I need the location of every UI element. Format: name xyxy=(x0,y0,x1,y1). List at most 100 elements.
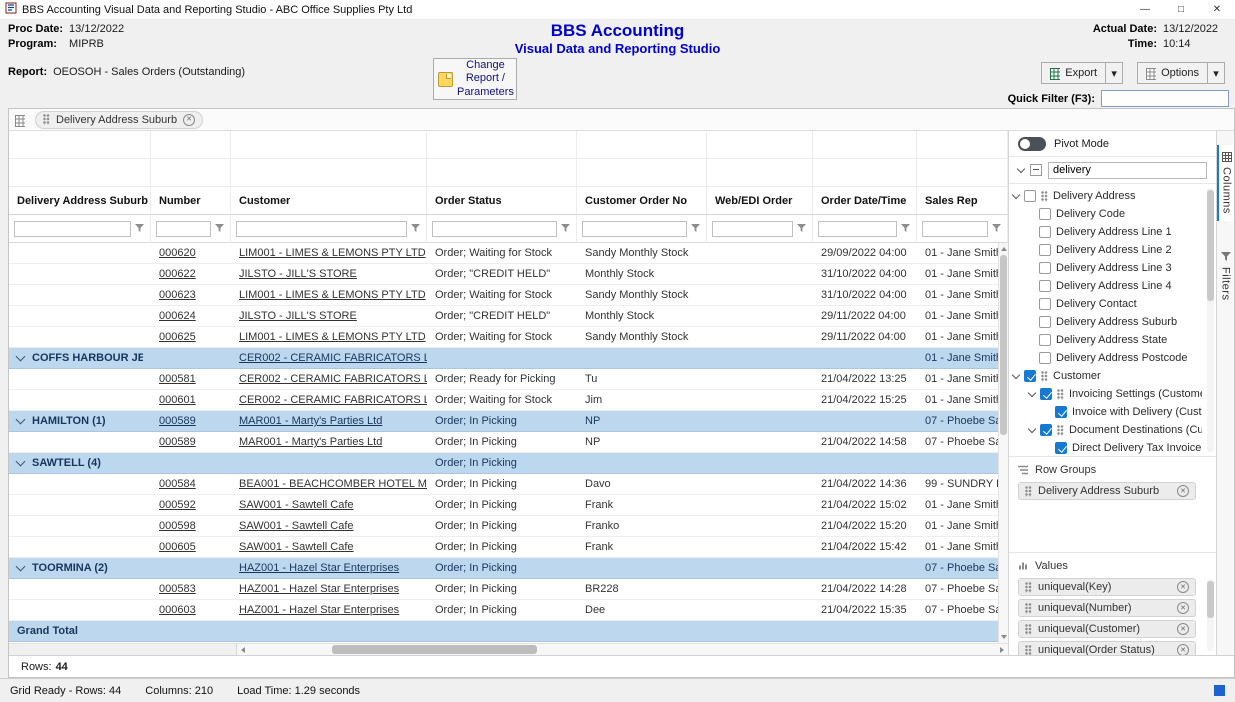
customer-cell[interactable]: LIM001 - LIMES & LEMONS PTY LTD xyxy=(231,327,427,347)
customer-cell[interactable]: LIM001 - LIMES & LEMONS PTY LTD xyxy=(231,285,427,305)
table-row[interactable]: 000622JILSTO - JILL'S STOREOrder; "CREDI… xyxy=(9,264,998,285)
number-cell[interactable]: 000589 xyxy=(151,411,231,431)
column-tree-item[interactable]: Delivery Address Line 2 xyxy=(1009,241,1216,259)
filter-input[interactable] xyxy=(236,221,407,237)
remove-icon[interactable]: ✕ xyxy=(183,114,195,126)
column-checkbox[interactable] xyxy=(1039,262,1051,274)
column-header[interactable]: Customer Order No xyxy=(577,187,707,215)
number-cell[interactable]: 000583 xyxy=(151,579,231,599)
close-button[interactable]: ✕ xyxy=(1199,0,1235,19)
column-tree-item[interactable]: Delivery Address State xyxy=(1009,331,1216,349)
table-row[interactable]: 000603HAZ001 - Hazel Star EnterprisesOrd… xyxy=(9,600,998,621)
number-cell[interactable]: 000605 xyxy=(151,537,231,557)
scroll-up-arrow[interactable] xyxy=(1001,247,1007,251)
column-chip[interactable]: uniqueval(Key)✕ xyxy=(1018,578,1196,596)
chevron-down-icon[interactable] xyxy=(16,352,26,362)
collapse-all-icon[interactable] xyxy=(1030,164,1042,176)
table-row[interactable]: 000592SAW001 - Sawtell CafeOrder; In Pic… xyxy=(9,495,998,516)
table-row[interactable]: 000589MAR001 - Marty's Parties LtdOrder;… xyxy=(9,432,998,453)
column-tree-item[interactable]: Delivery Address Suburb xyxy=(1009,313,1216,331)
customer-cell[interactable]: HAZ001 - Hazel Star Enterprises xyxy=(231,600,427,620)
table-row[interactable]: 000583HAZ001 - Hazel Star EnterprisesOrd… xyxy=(9,579,998,600)
column-checkbox[interactable] xyxy=(1039,244,1051,256)
filter-funnel-icon[interactable] xyxy=(691,224,701,234)
table-row[interactable]: 000584BEA001 - BEACHCOMBER HOTEL MOTELOr… xyxy=(9,474,998,495)
column-checkbox[interactable] xyxy=(1024,370,1036,382)
column-tree-item[interactable]: Customer xyxy=(1009,367,1216,385)
scroll-down-arrow[interactable] xyxy=(1001,635,1007,639)
column-checkbox[interactable] xyxy=(1039,298,1051,310)
table-row[interactable]: 000624JILSTO - JILL'S STOREOrder; "CREDI… xyxy=(9,306,998,327)
column-header[interactable]: Delivery Address Suburb xyxy=(9,187,151,215)
tab-filters[interactable]: Filters xyxy=(1217,245,1234,307)
filter-input[interactable] xyxy=(156,221,211,237)
customer-cell[interactable]: HAZ001 - Hazel Star Enterprises xyxy=(231,558,427,578)
minimize-button[interactable]: — xyxy=(1127,0,1163,19)
column-header[interactable]: Order Date/Time xyxy=(813,187,917,215)
customer-cell[interactable]: MAR001 - Marty's Parties Ltd xyxy=(231,411,427,431)
filter-funnel-icon[interactable] xyxy=(992,224,1002,234)
column-header[interactable]: Order Status xyxy=(427,187,577,215)
number-cell[interactable]: 000581 xyxy=(151,369,231,389)
column-tree-item[interactable]: Direct Delivery Tax Invoice (Customer) xyxy=(1009,439,1216,456)
maximize-button[interactable]: □ xyxy=(1163,0,1199,19)
chevron-down-icon[interactable] xyxy=(1028,425,1036,433)
column-checkbox[interactable] xyxy=(1039,352,1051,364)
remove-icon[interactable]: ✕ xyxy=(1177,623,1189,635)
column-chip[interactable]: Delivery Address Suburb✕ xyxy=(1018,482,1196,500)
remove-icon[interactable]: ✕ xyxy=(1177,644,1189,655)
customer-cell[interactable]: JILSTO - JILL'S STORE xyxy=(231,306,427,326)
column-tree-item[interactable]: Delivery Address Line 1 xyxy=(1009,223,1216,241)
column-checkbox[interactable] xyxy=(1039,226,1051,238)
column-checkbox[interactable] xyxy=(1039,208,1051,220)
chevron-down-icon[interactable] xyxy=(16,457,26,467)
column-chip[interactable]: uniqueval(Customer)✕ xyxy=(1018,620,1196,638)
table-row[interactable]: 000605SAW001 - Sawtell CafeOrder; In Pic… xyxy=(9,537,998,558)
number-cell[interactable]: 000624 xyxy=(151,306,231,326)
table-row[interactable]: 000581CER002 - CERAMIC FABRICATORS LTDOr… xyxy=(9,369,998,390)
filter-funnel-icon[interactable] xyxy=(411,224,421,234)
change-report-button[interactable]: Change Report / Parameters xyxy=(433,58,517,100)
customer-cell[interactable]: JILSTO - JILL'S STORE xyxy=(231,264,427,284)
customer-cell[interactable]: CER002 - CERAMIC FABRICATORS LTD xyxy=(231,390,427,410)
group-row[interactable]: SAWTELL (4)Order; In Picking xyxy=(9,453,998,474)
grid-menu-icon[interactable] xyxy=(15,115,25,125)
group-row[interactable]: TOORMINA (2)HAZ001 - Hazel Star Enterpri… xyxy=(9,558,998,579)
table-row[interactable]: 000620LIM001 - LIMES & LEMONS PTY LTDOrd… xyxy=(9,243,998,264)
remove-icon[interactable]: ✕ xyxy=(1177,602,1189,614)
chevron-down-icon[interactable] xyxy=(1028,389,1036,397)
filter-funnel-icon[interactable] xyxy=(797,224,807,234)
column-search-input[interactable] xyxy=(1048,162,1207,179)
filter-input[interactable] xyxy=(818,221,897,237)
column-tree-item[interactable]: Delivery Address Line 4 xyxy=(1009,277,1216,295)
number-cell[interactable]: 000623 xyxy=(151,285,231,305)
column-tree-item[interactable]: Delivery Address Line 3 xyxy=(1009,259,1216,277)
vscroll-thumb[interactable] xyxy=(1000,255,1007,435)
table-row[interactable]: 000601CER002 - CERAMIC FABRICATORS LTDOr… xyxy=(9,390,998,411)
vertical-scrollbar[interactable] xyxy=(998,243,1008,643)
tree-scrollbar[interactable] xyxy=(1207,188,1214,452)
customer-cell[interactable]: SAW001 - Sawtell Cafe xyxy=(231,537,427,557)
column-tree-item[interactable]: Delivery Code xyxy=(1009,205,1216,223)
grand-total-row[interactable]: Grand Total xyxy=(9,621,998,642)
chevron-down-icon[interactable] xyxy=(1012,191,1020,199)
customer-cell[interactable]: HAZ001 - Hazel Star Enterprises xyxy=(231,579,427,599)
column-checkbox[interactable] xyxy=(1039,334,1051,346)
column-header[interactable]: Customer xyxy=(231,187,427,215)
scroll-right-arrow[interactable] xyxy=(1000,647,1004,653)
column-checkbox[interactable] xyxy=(1055,406,1067,418)
chevron-down-icon[interactable] xyxy=(1012,371,1020,379)
customer-cell[interactable]: CER002 - CERAMIC FABRICATORS LTD xyxy=(231,348,427,368)
values-scroll-thumb[interactable] xyxy=(1207,581,1214,618)
quick-filter-input[interactable] xyxy=(1101,90,1229,107)
table-row[interactable]: 000623LIM001 - LIMES & LEMONS PTY LTDOrd… xyxy=(9,285,998,306)
column-header[interactable]: Sales Rep xyxy=(917,187,1008,215)
table-row[interactable]: 000625LIM001 - LIMES & LEMONS PTY LTDOrd… xyxy=(9,327,998,348)
number-cell[interactable]: 000622 xyxy=(151,264,231,284)
tree-scroll-thumb[interactable] xyxy=(1207,190,1214,301)
customer-cell[interactable]: CER002 - CERAMIC FABRICATORS LTD xyxy=(231,369,427,389)
filter-funnel-icon[interactable] xyxy=(901,224,911,234)
customer-cell[interactable]: MAR001 - Marty's Parties Ltd xyxy=(231,432,427,452)
remove-icon[interactable]: ✕ xyxy=(1177,485,1189,497)
column-tree-item[interactable]: Delivery Address xyxy=(1009,187,1216,205)
